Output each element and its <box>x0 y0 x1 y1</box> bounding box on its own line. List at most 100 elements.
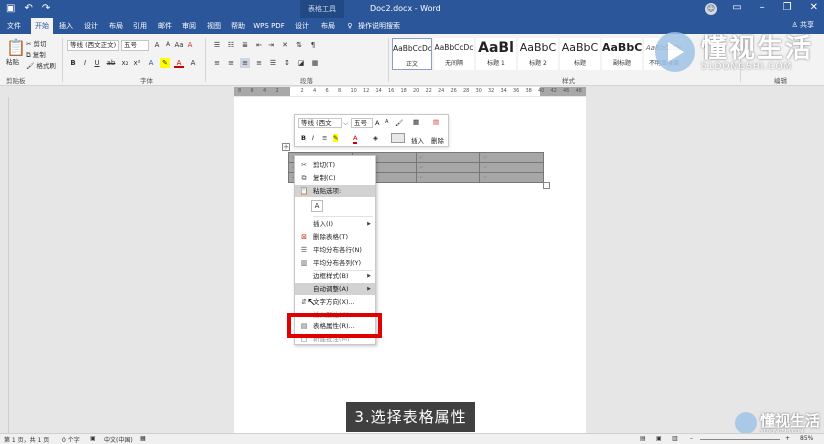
char-shading-icon[interactable]: A <box>188 58 198 68</box>
text-effects-icon[interactable]: A <box>146 58 156 68</box>
table-cell[interactable]: ↵ <box>415 172 481 183</box>
font-color-icon[interactable]: A <box>353 134 358 144</box>
style-subtitle[interactable]: AaBbC 副标题 <box>602 38 642 70</box>
language-indicator[interactable]: 中文(中国) <box>104 435 133 444</box>
font-size-select[interactable]: 五号 <box>121 40 149 51</box>
menu-item-delete-table[interactable]: ⊠ 删除表格(T) <box>295 231 375 243</box>
tell-me-search[interactable]: 操作说明搜索 <box>358 18 408 34</box>
minimize-icon[interactable]: – <box>760 2 765 13</box>
mini-font-name[interactable]: 等线 (西文 <box>298 118 342 128</box>
table-cell[interactable]: ↵ <box>479 152 544 163</box>
chevron-down-icon[interactable]: ⌵ <box>343 119 348 128</box>
menu-item-distribute-rows[interactable]: ☰ 平均分布各行(N) <box>295 244 375 256</box>
superscript-icon[interactable]: x² <box>132 58 142 68</box>
table-cell[interactable]: ↵ <box>415 162 481 173</box>
show-marks-icon[interactable]: ¶ <box>308 40 318 50</box>
menu-item-copy[interactable]: ⧉ 复制(C) <box>295 172 375 184</box>
decrease-indent-icon[interactable]: ⇤ <box>254 40 264 50</box>
macro-icon[interactable]: ▦ <box>140 435 146 442</box>
align-right-icon[interactable]: ≡ <box>240 58 250 68</box>
tab-table-layout[interactable]: 布局 <box>319 18 337 34</box>
page-count[interactable]: 第 1 页，共 1 页 <box>4 435 49 444</box>
italic-icon[interactable]: I <box>312 134 314 142</box>
multilevel-list-icon[interactable]: ≣ <box>240 40 250 50</box>
bold-icon[interactable]: B <box>301 134 306 142</box>
align-center-icon[interactable]: ≡ <box>322 134 327 142</box>
table-resize-handle[interactable] <box>543 182 550 189</box>
italic-icon[interactable]: I <box>80 58 90 68</box>
style-title[interactable]: AaBbC 标题 <box>560 38 600 70</box>
word-count[interactable]: 0 个字 <box>62 435 80 444</box>
tab-table-design[interactable]: 设计 <box>293 18 311 34</box>
paste-keep-text-only-icon[interactable]: A <box>311 200 323 212</box>
close-icon[interactable]: ✕ <box>810 2 818 13</box>
menu-item-distribute-columns[interactable]: ▥ 平均分布各列(Y) <box>295 257 375 269</box>
grow-font-icon[interactable]: A <box>152 40 162 50</box>
zoom-level[interactable]: 85% <box>800 435 813 442</box>
font-name-select[interactable]: 等线 (西文正文) <box>67 40 119 51</box>
tab-insert[interactable]: 插入 <box>57 18 75 34</box>
tab-view[interactable]: 视图 <box>205 18 223 34</box>
justify-icon[interactable]: ≡ <box>254 58 264 68</box>
redo-icon[interactable]: ↷ <box>42 3 50 14</box>
menu-item-border-styles[interactable]: 边框样式(B) ▶ <box>295 270 375 282</box>
table-style-icon[interactable]: ▦ <box>413 118 419 126</box>
sort-icon[interactable]: ⇅ <box>294 40 304 50</box>
increase-indent-icon[interactable]: ⇥ <box>266 40 276 50</box>
style-heading-1[interactable]: AaBl 标题 1 <box>476 38 516 70</box>
align-left-icon[interactable]: ≡ <box>212 58 222 68</box>
shading-fill-icon[interactable]: ◈ <box>373 134 378 142</box>
strikethrough-icon[interactable]: ab <box>106 58 116 68</box>
menu-item-autofit[interactable]: 自动调整(A) ▶ <box>295 283 375 295</box>
style-no-spacing[interactable]: AaBbCcDc 无间隔 <box>434 38 474 70</box>
horizontal-ruler[interactable]: 8 6 4 2 2 4 6 8 10 12 14 16 18 20 22 24 26 28 30 32 34 36 38 40… <box>0 86 824 97</box>
tab-home[interactable]: 开始 <box>31 18 53 34</box>
clear-format-icon[interactable]: A <box>185 40 195 50</box>
shading-icon[interactable]: ◪ <box>296 58 306 68</box>
paste-button[interactable]: 粘贴 <box>6 56 19 66</box>
distributed-icon[interactable]: ☰ <box>268 58 278 68</box>
bold-icon[interactable]: B <box>68 58 78 68</box>
zoom-in-icon[interactable]: + <box>785 435 790 442</box>
shrink-font-icon[interactable]: A <box>385 119 388 125</box>
vertical-ruler[interactable] <box>0 97 9 433</box>
bullets-icon[interactable]: ☰ <box>212 40 222 50</box>
restore-icon[interactable]: ❐ <box>783 2 792 13</box>
menu-item-paste-options[interactable]: 📋 粘贴选项: <box>295 185 375 197</box>
tab-layout[interactable]: 布局 <box>107 18 125 34</box>
save-icon[interactable]: ▣ <box>6 3 15 14</box>
read-mode-icon[interactable]: ▤ <box>640 435 646 442</box>
style-normal[interactable]: AaBbCcDc 正文 <box>392 38 432 70</box>
borders-icon[interactable]: ▦ <box>310 58 320 68</box>
numbering-icon[interactable]: ☷ <box>226 40 236 50</box>
menu-item-cut[interactable]: ✂ 剪切(T) <box>295 159 375 171</box>
chinese-layout-icon[interactable]: ✕ <box>280 40 290 50</box>
tab-help[interactable]: 帮助 <box>229 18 247 34</box>
tab-wps-pdf[interactable]: WPS PDF <box>253 18 285 34</box>
proofing-icon[interactable]: ▣ <box>90 435 96 442</box>
tab-mailings[interactable]: 邮件 <box>156 18 174 34</box>
mini-font-size[interactable]: 五号 <box>351 118 373 128</box>
zoom-out-icon[interactable]: – <box>690 435 693 442</box>
grow-font-icon[interactable]: A <box>375 119 379 127</box>
underline-icon[interactable]: U <box>92 58 102 68</box>
tab-file[interactable]: 文件 <box>4 18 24 34</box>
menu-item-insert[interactable]: 插入(I) ▶ <box>295 218 375 230</box>
table-cell[interactable]: ↵ <box>479 172 544 183</box>
highlight-icon[interactable]: ✎ <box>160 58 170 68</box>
table-move-handle-icon[interactable]: + <box>282 143 290 151</box>
line-spacing-icon[interactable]: ↕ <box>282 58 292 68</box>
print-layout-icon[interactable]: ▣ <box>656 435 662 442</box>
paste-icon[interactable]: 📋 <box>6 38 26 57</box>
undo-icon[interactable]: ↶ <box>24 3 32 14</box>
borders-icon[interactable] <box>391 133 405 143</box>
mini-delete-button[interactable]: 删除 <box>431 135 444 145</box>
style-heading-2[interactable]: AaBbC 标题 2 <box>518 38 558 70</box>
change-case-icon[interactable]: Aa <box>174 40 184 50</box>
shrink-font-icon[interactable]: A <box>163 40 173 50</box>
table-cell[interactable]: ↵ <box>415 152 481 163</box>
highlight-icon[interactable]: ✎ <box>333 134 339 142</box>
mini-insert-button[interactable]: 插入 <box>411 135 424 145</box>
cut-button[interactable]: ✂ 剪切 <box>26 38 47 48</box>
subscript-icon[interactable]: x₂ <box>120 58 130 68</box>
